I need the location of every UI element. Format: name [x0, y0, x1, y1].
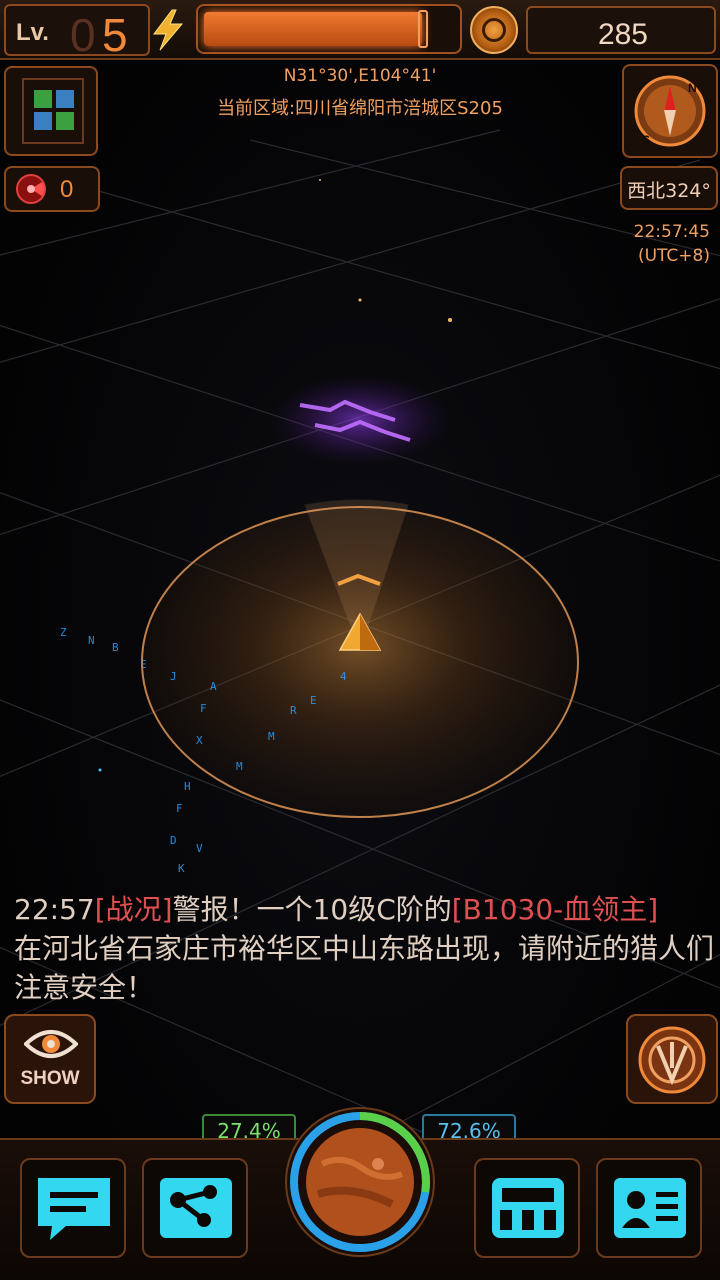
- battle-alert-message: 22:57[战况]警报！一个10级C阶的[B1030-血领主] 在河北省石家庄市裕…: [14, 890, 714, 1007]
- svg-text:N: N: [88, 634, 95, 647]
- show-label: SHOW: [20, 1068, 80, 1089]
- alert-count: 0: [60, 176, 74, 203]
- energy-bar-fill: [204, 12, 422, 46]
- map-grid-icon: [22, 78, 84, 144]
- power-icon: [638, 1026, 706, 1094]
- svg-text:F: F: [176, 802, 183, 815]
- message-boss[interactable]: [B1030-血领主]: [452, 893, 658, 926]
- svg-text:E: E: [140, 658, 147, 671]
- svg-text:H: H: [184, 780, 191, 793]
- map-scene[interactable]: Z N B E J F X M H F D V K M E 4 A R: [0, 0, 720, 1280]
- chat-button[interactable]: [20, 1158, 126, 1258]
- svg-text:M: M: [236, 760, 243, 773]
- clock: 22:57:45 (UTC+8): [634, 220, 710, 268]
- coin-counter: 285: [526, 6, 716, 54]
- svg-text:D: D: [170, 834, 177, 847]
- eye-icon: [24, 1030, 78, 1058]
- svg-text:R: R: [290, 704, 297, 717]
- level-value: 5: [102, 9, 128, 61]
- message-text-2: 在河北省石家庄市裕华区中山东路出现，请附近的猎人们注意安全！: [14, 932, 715, 1004]
- coin-icon[interactable]: [470, 6, 518, 54]
- message-time: 22:57: [14, 893, 95, 926]
- svg-text:E: E: [310, 694, 317, 707]
- svg-text:K: K: [178, 862, 185, 875]
- share-icon: [160, 1178, 232, 1238]
- radar-alert-icon: [16, 174, 46, 204]
- level-badge[interactable]: Lv. 0 5: [4, 4, 150, 61]
- svg-text:J: J: [170, 670, 177, 683]
- chat-icon: [38, 1178, 110, 1240]
- show-button[interactable]: SHOW: [4, 1014, 96, 1104]
- radar-alert-button[interactable]: 0: [4, 166, 100, 212]
- shop-icon: [492, 1178, 564, 1238]
- region-text: 当前区域:四川省绵阳市涪城区S205: [217, 98, 503, 119]
- energy-bar: [196, 4, 462, 54]
- coordinates-text: N31°30',E104°41': [283, 66, 437, 86]
- compass-icon: N S: [634, 75, 706, 147]
- svg-text:4: 4: [340, 670, 347, 683]
- level-label: Lv.: [16, 19, 49, 46]
- compass-button[interactable]: N S: [622, 64, 718, 158]
- coin-count: 285: [597, 18, 648, 51]
- profile-card-icon: [614, 1178, 686, 1238]
- svg-text:Z: Z: [60, 626, 67, 639]
- heading-indicator: 西北324°: [620, 166, 718, 210]
- svg-text:S: S: [642, 133, 650, 147]
- minimap-button[interactable]: [4, 66, 98, 156]
- clock-time: 22:57:45: [633, 222, 710, 242]
- svg-text:B: B: [112, 641, 119, 654]
- energy-bar-cap: [418, 10, 428, 48]
- svg-text:N: N: [688, 81, 697, 95]
- grid-plane: Z N B E J F X M H F D V K M E 4 A R: [0, 129, 720, 1280]
- svg-text:M: M: [268, 730, 275, 743]
- power-button[interactable]: [626, 1014, 718, 1104]
- lightning-icon: [153, 9, 184, 51]
- svg-text:F: F: [200, 702, 207, 715]
- svg-text:V: V: [196, 842, 203, 855]
- top-bar: Lv. 0 5 285: [0, 0, 720, 61]
- shop-button[interactable]: [474, 1158, 580, 1258]
- share-button[interactable]: [142, 1158, 248, 1258]
- level-ghost-digit: 0: [70, 9, 96, 61]
- clock-timezone: (UTC+8): [637, 246, 710, 266]
- svg-text:X: X: [196, 734, 203, 747]
- message-text-1: 警报！一个10级C阶的: [172, 893, 452, 926]
- planet-button[interactable]: [282, 1104, 438, 1260]
- profile-button[interactable]: [596, 1158, 702, 1258]
- svg-text:A: A: [210, 680, 217, 693]
- message-tag: [战况]: [94, 893, 173, 926]
